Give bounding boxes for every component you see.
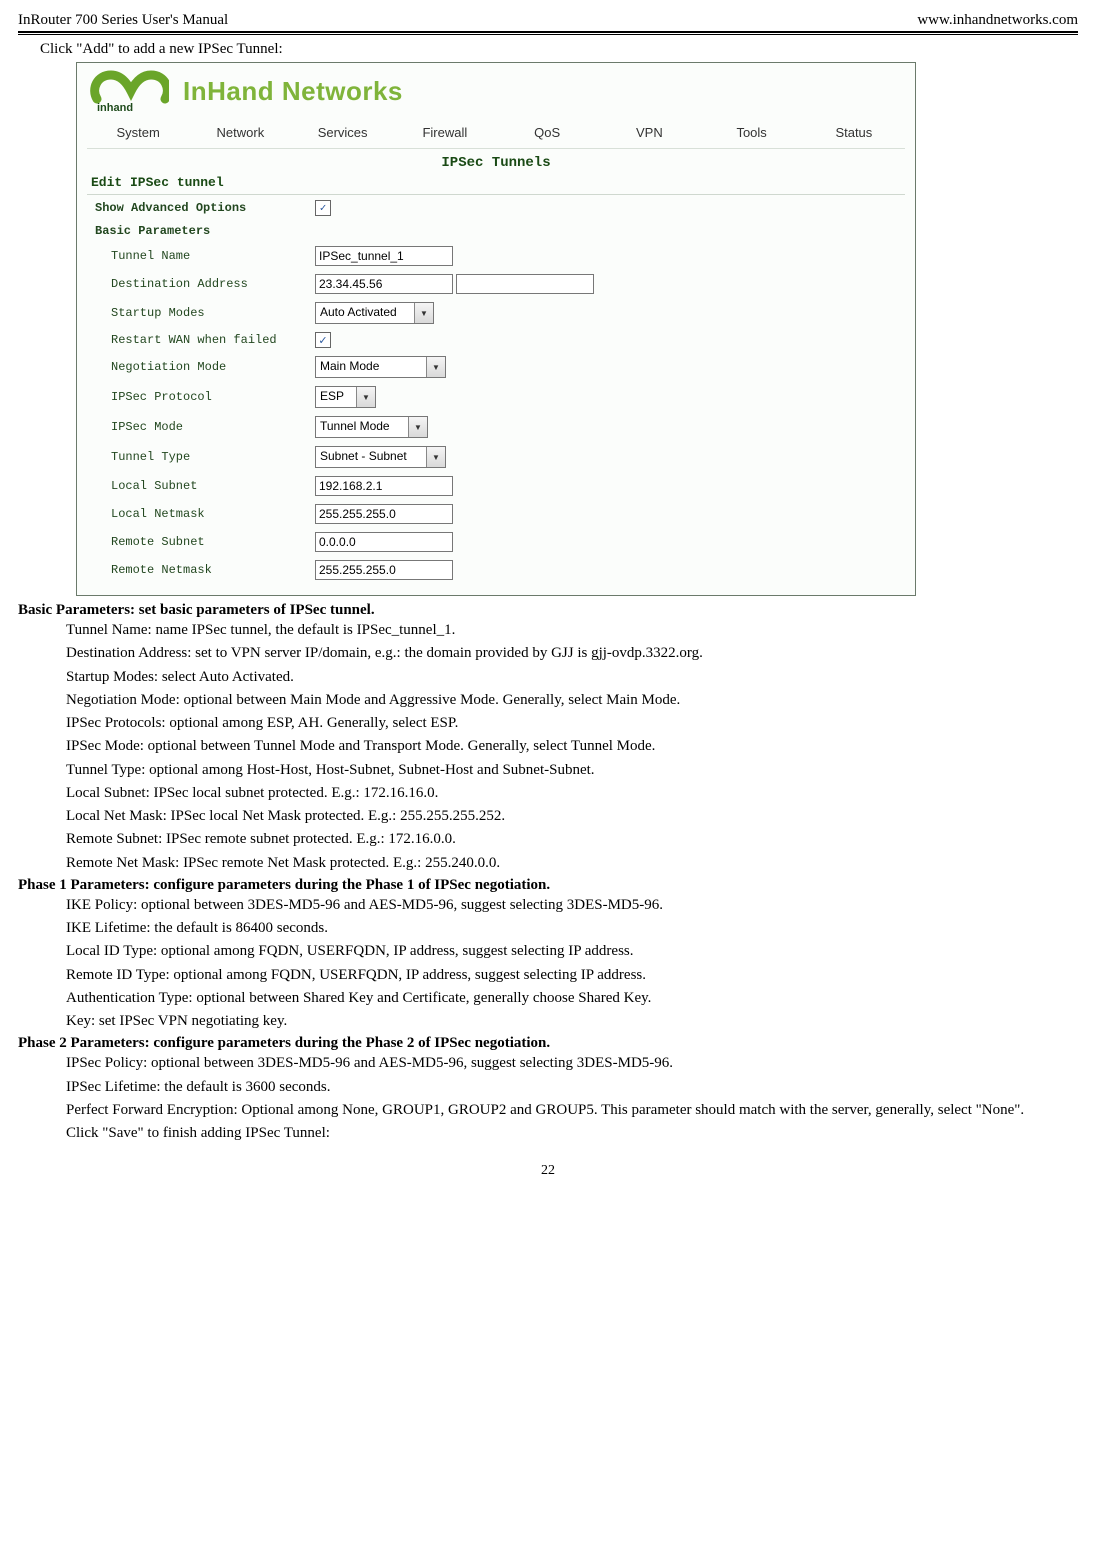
label-restart-wan: Restart WAN when failed [89,329,307,351]
nav-vpn[interactable]: VPN [598,125,700,140]
nav-tools[interactable]: Tools [701,125,803,140]
select-ipsec-protocol[interactable]: ESP ▼ [315,386,376,408]
select-negotiation-mode-value: Main Mode [316,357,426,377]
nav-services[interactable]: Services [292,125,394,140]
select-ipsec-mode-value: Tunnel Mode [316,417,408,437]
header-left: InRouter 700 Series User's Manual [18,12,228,29]
label-local-netmask: Local Netmask [89,501,307,527]
select-ipsec-mode[interactable]: Tunnel Mode ▼ [315,416,428,438]
label-tunnel-name: Tunnel Name [89,243,307,269]
phase2-l4: Click "Save" to finish adding IPSec Tunn… [66,1122,1078,1145]
phase1-l5: Authentication Type: optional between Sh… [66,987,1078,1010]
basic-l3: Startup Modes: select Auto Activated. [66,666,1078,689]
basic-l7: Tunnel Type: optional among Host-Host, H… [66,759,1078,782]
heading-phase2: Phase 2 Parameters: configure parameters… [18,1035,1078,1052]
inhand-logo-icon: inhand [87,69,169,113]
logo-row: inhand InHand Networks [87,69,905,113]
basic-l4: Negotiation Mode: optional between Main … [66,689,1078,712]
chevron-down-icon: ▼ [426,447,445,467]
phase2-l1: IPSec Policy: optional between 3DES-MD5-… [66,1052,1078,1075]
input-local-subnet[interactable] [315,476,453,496]
chevron-down-icon: ▼ [408,417,427,437]
select-tunnel-type-value: Subnet - Subnet [316,447,426,467]
label-negotiation-mode: Negotiation Mode [89,353,307,381]
chevron-down-icon: ▼ [426,357,445,377]
heading-basic: Basic Parameters [89,221,600,241]
input-dest-addr[interactable] [315,274,453,294]
input-remote-subnet[interactable] [315,532,453,552]
basic-l5: IPSec Protocols: optional among ESP, AH.… [66,712,1078,735]
chevron-down-icon: ▼ [414,303,433,323]
form-table: Show Advanced Options ✓ Basic Parameters… [87,195,602,585]
label-remote-subnet: Remote Subnet [89,529,307,555]
nav-system[interactable]: System [87,125,189,140]
select-startup-modes[interactable]: Auto Activated ▼ [315,302,434,324]
chevron-down-icon: ▼ [356,387,375,407]
phase1-l2: IKE Lifetime: the default is 86400 secon… [66,917,1078,940]
basic-l2: Destination Address: set to VPN server I… [66,642,1078,665]
basic-l9: Local Net Mask: IPSec local Net Mask pro… [66,805,1078,828]
phase2-l3: Perfect Forward Encryption: Optional amo… [66,1099,1072,1122]
label-remote-netmask: Remote Netmask [89,557,307,583]
select-startup-modes-value: Auto Activated [316,303,414,323]
label-tunnel-type: Tunnel Type [89,443,307,471]
phase1-l4: Remote ID Type: optional among FQDN, USE… [66,964,1078,987]
section-title: IPSec Tunnels [87,155,905,171]
basic-l6: IPSec Mode: optional between Tunnel Mode… [66,735,1078,758]
header-right: www.inhandnetworks.com [917,12,1078,29]
phase1-l3: Local ID Type: optional among FQDN, USER… [66,940,1078,963]
screenshot: inhand InHand Networks System Network Se… [76,62,916,596]
phase1-l6: Key: set IPSec VPN negotiating key. [66,1010,1078,1033]
nav-status[interactable]: Status [803,125,905,140]
brand-text: InHand Networks [183,76,403,107]
edit-title: Edit IPSec tunnel [87,173,905,195]
select-ipsec-protocol-value: ESP [316,387,356,407]
label-ipsec-mode: IPSec Mode [89,413,307,441]
select-tunnel-type[interactable]: Subnet - Subnet ▼ [315,446,446,468]
select-negotiation-mode[interactable]: Main Mode ▼ [315,356,446,378]
label-ipsec-protocol: IPSec Protocol [89,383,307,411]
basic-l8: Local Subnet: IPSec local subnet protect… [66,782,1078,805]
phase1-l1: IKE Policy: optional between 3DES-MD5-96… [66,894,1078,917]
label-startup-modes: Startup Modes [89,299,307,327]
nav-bar: System Network Services Firewall QoS VPN… [87,119,905,149]
phase2-l2: IPSec Lifetime: the default is 3600 seco… [66,1076,1078,1099]
page-number: 22 [18,1163,1078,1179]
heading-basic-params: Basic Parameters: set basic parameters o… [18,602,1078,619]
input-tunnel-name[interactable] [315,246,453,266]
restart-wan-checkbox[interactable]: ✓ [315,332,331,348]
intro-line: Click "Add" to add a new IPSec Tunnel: [40,41,1078,58]
nav-network[interactable]: Network [189,125,291,140]
header-rule [18,31,1078,35]
label-local-subnet: Local Subnet [89,473,307,499]
heading-show-adv: Show Advanced Options [89,197,307,219]
input-dest-addr-secondary[interactable] [456,274,594,294]
basic-l11: Remote Net Mask: IPSec remote Net Mask p… [66,852,1078,875]
svg-text:inhand: inhand [97,102,133,113]
basic-l10: Remote Subnet: IPSec remote subnet prote… [66,828,1078,851]
input-remote-netmask[interactable] [315,560,453,580]
heading-phase1: Phase 1 Parameters: configure parameters… [18,877,1078,894]
label-dest-addr: Destination Address [89,271,307,297]
nav-firewall[interactable]: Firewall [394,125,496,140]
show-adv-checkbox[interactable]: ✓ [315,200,331,216]
basic-l1: Tunnel Name: name IPSec tunnel, the defa… [66,619,1078,642]
nav-qos[interactable]: QoS [496,125,598,140]
input-local-netmask[interactable] [315,504,453,524]
